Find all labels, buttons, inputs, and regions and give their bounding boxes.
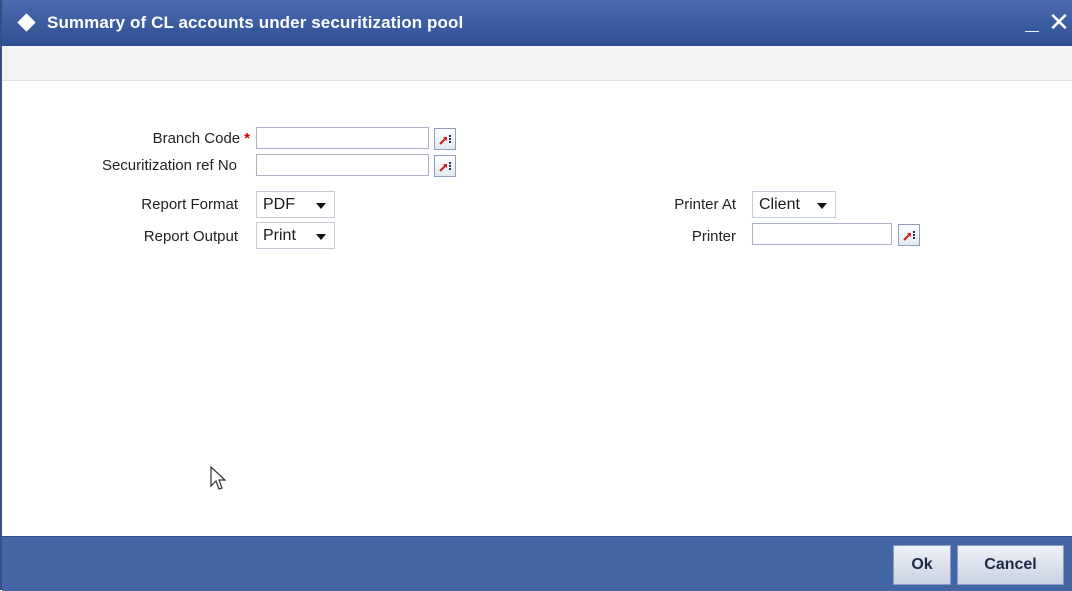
chevron-down-icon xyxy=(817,203,827,209)
report-format-label: Report Format xyxy=(141,196,238,213)
ok-button[interactable]: Ok xyxy=(893,545,951,585)
close-button[interactable]: ✕ xyxy=(1045,7,1072,37)
summary-window: Summary of CL accounts under securitizat… xyxy=(0,0,1072,591)
securitization-ref-lov-button[interactable] xyxy=(434,155,456,177)
branch-code-label: Branch Code * xyxy=(153,130,250,147)
printer-at-label: Printer At xyxy=(674,196,736,213)
title-bar[interactable]: Summary of CL accounts under securitizat… xyxy=(2,0,1072,46)
minimize-button[interactable]: _ xyxy=(1019,7,1045,37)
branch-code-lov-button[interactable] xyxy=(434,128,456,150)
branch-code-input[interactable] xyxy=(256,127,429,149)
lov-search-icon xyxy=(439,135,451,145)
branch-code-label-text: Branch Code xyxy=(152,130,241,147)
securitization-ref-label: Securitization ref No xyxy=(101,157,237,174)
required-asterisk: * xyxy=(244,130,250,147)
securitization-ref-input[interactable] xyxy=(256,154,429,176)
report-output-value: Print xyxy=(263,227,296,244)
chevron-down-icon xyxy=(316,234,326,240)
cancel-button[interactable]: Cancel xyxy=(957,545,1064,585)
lov-search-icon xyxy=(439,162,451,172)
lov-search-icon xyxy=(903,231,915,241)
printer-lov-button[interactable] xyxy=(898,224,920,246)
printer-at-select[interactable]: Client xyxy=(752,191,836,218)
printer-at-value: Client xyxy=(759,196,800,213)
report-output-select[interactable]: Print xyxy=(256,222,335,249)
mouse-pointer-icon xyxy=(210,466,226,490)
window-title: Summary of CL accounts under securitizat… xyxy=(47,13,464,32)
printer-input[interactable] xyxy=(752,223,892,245)
printer-label: Printer xyxy=(691,228,736,245)
chevron-down-icon xyxy=(316,203,326,209)
report-format-select[interactable]: PDF xyxy=(256,191,335,218)
diamond-icon xyxy=(17,13,36,32)
toolbar-strip xyxy=(2,46,1072,81)
report-format-value: PDF xyxy=(263,196,295,213)
report-output-label: Report Output xyxy=(143,228,238,245)
